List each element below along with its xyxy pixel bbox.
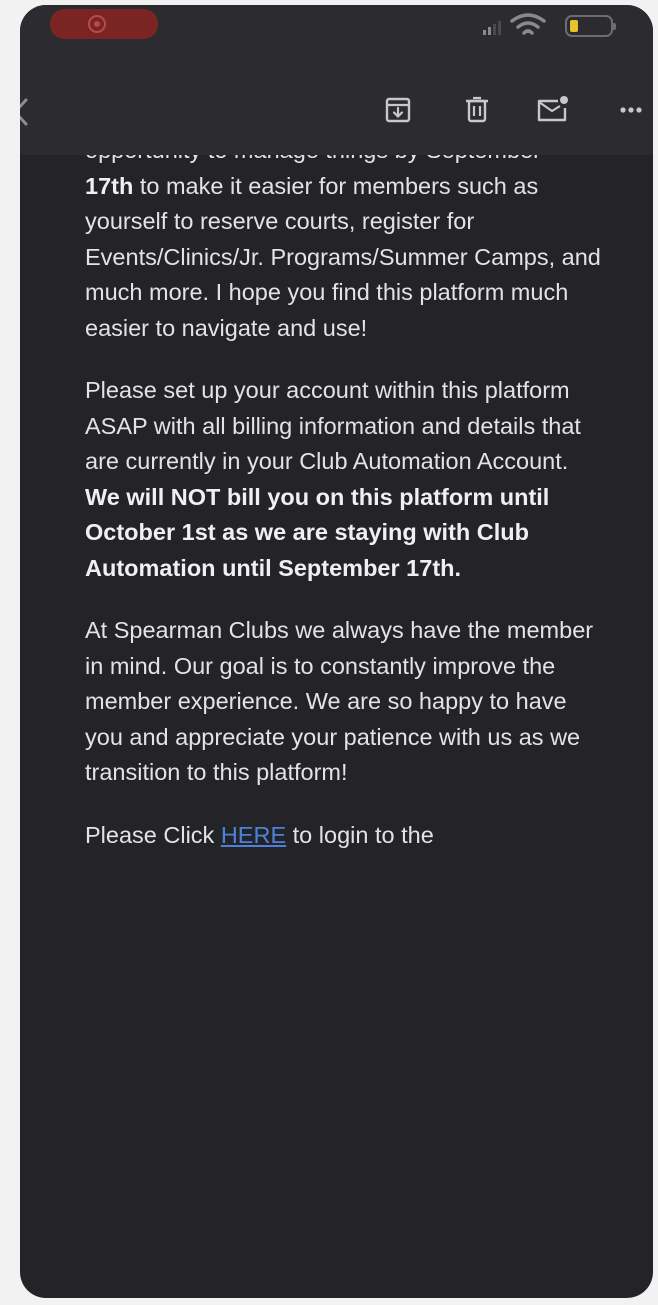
email-paragraph-4: Please Click HERE to login to the — [85, 818, 605, 854]
email-toolbar — [20, 47, 653, 155]
email-text-column: opportunity to manage things by Septembe… — [85, 155, 605, 880]
screen-record-indicator[interactable] — [50, 9, 158, 39]
date-bold: 17th — [85, 172, 134, 199]
status-bar — [20, 5, 653, 47]
here-link[interactable]: HERE — [221, 822, 286, 848]
paragraph-2-text: Please set up your account within this p… — [85, 377, 581, 474]
email-paragraph-3: At Spearman Clubs we always have the mem… — [85, 617, 594, 785]
screen-record-icon — [88, 15, 106, 33]
billing-notice-bold: We will NOT bill you on this platform un… — [85, 483, 550, 581]
paragraph-4-before: Please Click — [85, 821, 221, 848]
mark-unread-icon[interactable] — [536, 95, 570, 125]
email-partial-line: opportunity to manage things by Septembe… — [85, 155, 605, 169]
email-paragraph-1: 17th to make it easier for members such … — [85, 169, 605, 347]
archive-icon[interactable] — [383, 95, 413, 125]
email-paragraph-2: Please set up your account within this p… — [85, 373, 605, 586]
back-chevron-icon[interactable] — [20, 97, 32, 127]
trash-icon[interactable] — [463, 95, 491, 125]
wifi-icon — [510, 13, 546, 35]
paragraph-4-after: to login to the — [286, 821, 434, 848]
email-body: opportunity to manage things by Septembe… — [20, 155, 653, 1298]
signal-icon — [483, 21, 501, 35]
more-icon[interactable] — [617, 95, 647, 125]
battery-icon — [565, 15, 616, 37]
paragraph-1-text: to make it easier for members such as yo… — [85, 172, 601, 341]
phone-screen: opportunity to manage things by Septembe… — [20, 5, 653, 1298]
